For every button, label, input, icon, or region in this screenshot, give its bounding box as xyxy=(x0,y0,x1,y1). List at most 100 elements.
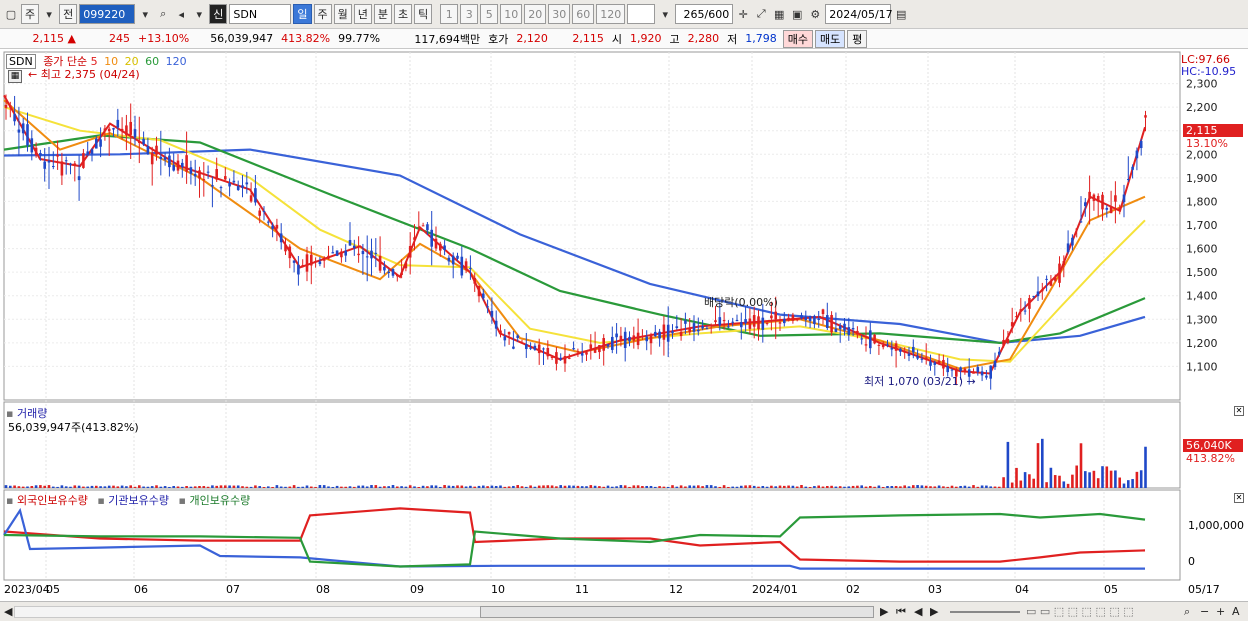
zoom-in-button[interactable]: + xyxy=(1216,605,1225,618)
candle-body xyxy=(787,317,790,321)
candle-body xyxy=(976,367,980,372)
volume-bar xyxy=(400,486,403,488)
candle-body xyxy=(671,331,674,334)
buy-button[interactable]: 매수 xyxy=(782,29,813,48)
auto-scale-button[interactable]: A xyxy=(1232,605,1240,618)
volume-bar xyxy=(864,486,868,488)
draw-tool-icon[interactable]: ⤢ xyxy=(753,6,769,22)
volume-bar xyxy=(916,485,919,488)
interval-10[interactable]: 10 xyxy=(500,4,523,24)
chart-scrollbar[interactable]: ◀ ▶ ⏮ ◀ ▶ ▭ ▭ ⬚ ⬚ ⬚ ⬚ ⬚ ⬚ ⌕ − + A xyxy=(0,601,1248,621)
candle-body xyxy=(17,129,21,133)
chevron-down-icon[interactable]: ▾ xyxy=(137,6,153,22)
volume-bar xyxy=(439,486,442,488)
volume-bar xyxy=(318,485,322,488)
volume-bar xyxy=(1049,467,1053,488)
chevron-down-icon[interactable]: ▾ xyxy=(191,6,207,22)
interval-30[interactable]: 30 xyxy=(548,4,571,24)
candle-body xyxy=(30,138,34,153)
timeframe-minute[interactable]: 분 xyxy=(373,4,392,24)
scroll-left-icon[interactable]: ◀ xyxy=(4,605,12,618)
timeframe-tick[interactable]: 틱 xyxy=(414,4,433,24)
table-icon[interactable]: ▦ xyxy=(771,6,787,22)
chevron-down-icon[interactable]: ▾ xyxy=(657,6,673,22)
candle-body xyxy=(1058,263,1061,283)
timeframe-year[interactable]: 년 xyxy=(353,4,372,24)
close-volume-panel-icon[interactable]: ✕ xyxy=(1234,406,1244,416)
scroll-right-icon[interactable]: ▶ xyxy=(880,605,888,618)
volume-bar xyxy=(529,485,532,488)
search-icon[interactable]: ⌕ xyxy=(1184,605,1190,619)
gear-icon[interactable]: ⚙ xyxy=(807,6,823,22)
scroll-first-icon[interactable]: ⏮ xyxy=(896,605,906,619)
candle-body xyxy=(383,266,386,271)
candle-body xyxy=(512,346,515,349)
save-icon[interactable]: ▣ xyxy=(789,6,805,22)
volume-bar xyxy=(1105,466,1109,488)
date-input[interactable]: 2024/05/17 xyxy=(825,4,893,24)
search-icon[interactable]: ⌕ xyxy=(155,6,171,22)
timeframe-week[interactable]: 주 xyxy=(313,4,332,24)
interval-20[interactable]: 20 xyxy=(524,4,547,24)
candle-body xyxy=(219,187,223,189)
interval-120[interactable]: 120 xyxy=(596,4,626,24)
chevron-down-icon[interactable]: ▾ xyxy=(41,6,57,22)
stock-name-field[interactable]: SDN xyxy=(229,4,292,24)
window-icon[interactable]: ▢ xyxy=(3,6,19,22)
volume-bar xyxy=(1036,443,1040,488)
volume-bar xyxy=(86,486,89,488)
prev-button[interactable]: 전 xyxy=(59,4,78,24)
volume-bar xyxy=(275,485,279,488)
candle-body xyxy=(585,352,588,355)
timeframe-day[interactable]: 일 xyxy=(293,4,312,24)
eval-button[interactable]: 평 xyxy=(847,29,868,48)
zoom-out-button[interactable]: − xyxy=(1200,605,1209,618)
close-holdings-panel-icon[interactable]: ✕ xyxy=(1234,493,1244,503)
candle-body xyxy=(718,317,722,326)
crosshair-icon[interactable]: ✛ xyxy=(735,6,751,22)
candle-body xyxy=(830,314,833,333)
candle-body xyxy=(774,311,777,320)
candle-body xyxy=(95,138,98,149)
volume-bar xyxy=(417,486,421,488)
ask-price: 2,120 xyxy=(516,32,548,45)
y-tick-label: 1,700 xyxy=(1186,219,1218,232)
timeframe-month[interactable]: 월 xyxy=(333,4,352,24)
candle-body xyxy=(722,320,726,322)
interval-5[interactable]: 5 xyxy=(480,4,499,24)
candle-body xyxy=(288,246,292,259)
candle-body xyxy=(1096,195,1100,202)
period-type-select[interactable]: 주 xyxy=(21,4,40,24)
calendar-icon[interactable]: ▤ xyxy=(893,6,909,22)
speaker-icon[interactable]: ◂ xyxy=(173,6,189,22)
candle-body xyxy=(606,344,610,347)
timeframe-second[interactable]: 초 xyxy=(394,4,413,24)
tool-icon-set[interactable]: ▭ ▭ ⬚ ⬚ ⬚ ⬚ ⬚ ⬚ xyxy=(1026,605,1134,618)
candle-body xyxy=(933,362,937,365)
interval-60[interactable]: 60 xyxy=(572,4,595,24)
zoom-slider[interactable] xyxy=(950,611,1020,613)
scroll-thumb[interactable] xyxy=(480,606,874,618)
candle-body xyxy=(82,153,85,168)
volume-bar xyxy=(1122,483,1126,488)
chart-canvas[interactable]: 2,3002,2002,1002,0001,9001,8001,7001,600… xyxy=(0,50,1248,601)
interval-3[interactable]: 3 xyxy=(460,4,479,24)
new-badge[interactable]: 신 xyxy=(209,4,228,24)
sell-button[interactable]: 매도 xyxy=(814,29,846,48)
bar-count-input[interactable]: 265/600 xyxy=(675,4,734,24)
candle-body xyxy=(864,344,868,346)
scroll-next-icon[interactable]: ▶ xyxy=(930,605,938,618)
stock-code-input[interactable]: 099220 xyxy=(79,4,136,24)
custom-interval-input[interactable] xyxy=(627,4,656,24)
scroll-prev-icon[interactable]: ◀ xyxy=(914,605,922,618)
x-label-07: 07 xyxy=(226,583,240,596)
volume-bar xyxy=(576,485,580,488)
volume-bar xyxy=(920,485,924,488)
chart-area[interactable]: 2,3002,2002,1002,0001,9001,8001,7001,600… xyxy=(0,50,1248,601)
interval-1[interactable]: 1 xyxy=(440,4,459,24)
grid-toggle-icon[interactable]: ▦ xyxy=(8,70,22,83)
candle-body xyxy=(391,269,395,276)
volume-bar xyxy=(1019,480,1023,488)
volume-bar xyxy=(1053,475,1057,488)
candle-body xyxy=(946,366,949,373)
